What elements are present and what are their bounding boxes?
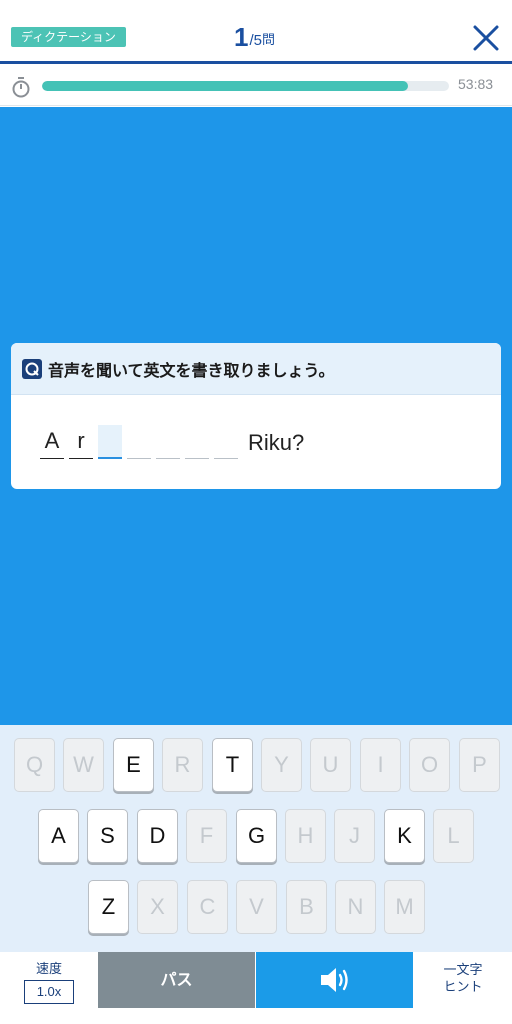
key-u: U	[310, 738, 351, 792]
question-stage: 音声を聞いて英文を書き取りましょう。 A r Riku?	[0, 107, 512, 725]
bottom-toolbar: 速度 1.0x パス 一文字 ヒント	[0, 952, 512, 1024]
time-progress-fill	[42, 81, 409, 91]
speed-label: 速度	[35, 962, 62, 977]
close-button[interactable]	[470, 22, 502, 54]
key-z[interactable]: Z	[88, 880, 129, 934]
instruction-text: 音声を聞いて英文を書き取りましょう。	[48, 360, 335, 380]
key-a[interactable]: A	[38, 809, 79, 863]
key-y: Y	[261, 738, 302, 792]
time-progress-track	[42, 81, 449, 91]
key-k[interactable]: K	[384, 809, 425, 863]
key-d[interactable]: D	[137, 809, 178, 863]
key-l: L	[433, 809, 474, 863]
key-j: J	[334, 809, 375, 863]
key-c: C	[187, 880, 228, 934]
answer-input[interactable]: A r Riku?	[40, 425, 304, 459]
header: ディクテーション 1 /5 問	[0, 0, 512, 66]
one-letter-hint-button[interactable]: 一文字 ヒント	[414, 962, 512, 996]
key-s[interactable]: S	[87, 809, 128, 863]
key-n: N	[335, 880, 376, 934]
key-b: B	[286, 880, 327, 934]
question-total: /5	[249, 32, 262, 49]
mode-badge: ディクテーション	[11, 27, 126, 47]
close-icon	[473, 25, 499, 51]
hint-label-line1: 一文字	[443, 963, 483, 978]
key-m: M	[384, 880, 425, 934]
time-remaining: 53:83	[458, 76, 494, 92]
key-i: I	[360, 738, 401, 792]
question-unit: 問	[261, 33, 275, 48]
speed-control[interactable]: 速度 1.0x	[0, 952, 98, 1024]
answer-slot-active[interactable]	[98, 425, 122, 459]
speaker-icon	[321, 968, 348, 992]
key-g[interactable]: G	[236, 809, 277, 863]
question-card: 音声を聞いて英文を書き取りましょう。 A r Riku?	[11, 343, 501, 489]
key-x: X	[137, 880, 178, 934]
answer-slot[interactable]	[127, 425, 151, 459]
letter-keyboard: QWERTYUIOP ASDFGHJKL ZXCVBNM	[0, 725, 512, 952]
card-header: 音声を聞いて英文を書き取りましょう。	[11, 343, 501, 395]
question-icon	[22, 358, 42, 379]
key-o: O	[409, 738, 450, 792]
pass-button[interactable]: パス	[98, 952, 255, 1008]
key-f: F	[186, 809, 227, 863]
key-w: W	[63, 738, 104, 792]
key-t[interactable]: T	[212, 738, 253, 792]
answer-slot[interactable]: A	[40, 425, 64, 459]
question-counter: 1 /5 問	[234, 20, 275, 52]
answer-slot[interactable]	[185, 425, 209, 459]
speed-value[interactable]: 1.0x	[24, 980, 74, 1004]
key-e[interactable]: E	[113, 738, 154, 792]
header-divider	[0, 61, 512, 64]
answer-slot[interactable]	[214, 425, 238, 459]
question-current: 1	[234, 22, 249, 52]
key-h: H	[285, 809, 326, 863]
key-p: P	[459, 738, 500, 792]
sentence-tail: Riku?	[248, 430, 305, 455]
key-q: Q	[14, 738, 55, 792]
timer-bar: 53:83	[0, 66, 512, 106]
stopwatch-icon	[12, 77, 30, 98]
key-r: R	[162, 738, 203, 792]
answer-slot[interactable]: r	[69, 425, 93, 459]
hint-label-line2: ヒント	[443, 980, 483, 995]
play-audio-button[interactable]	[256, 952, 413, 1008]
answer-slot[interactable]	[156, 425, 180, 459]
key-v: V	[236, 880, 277, 934]
